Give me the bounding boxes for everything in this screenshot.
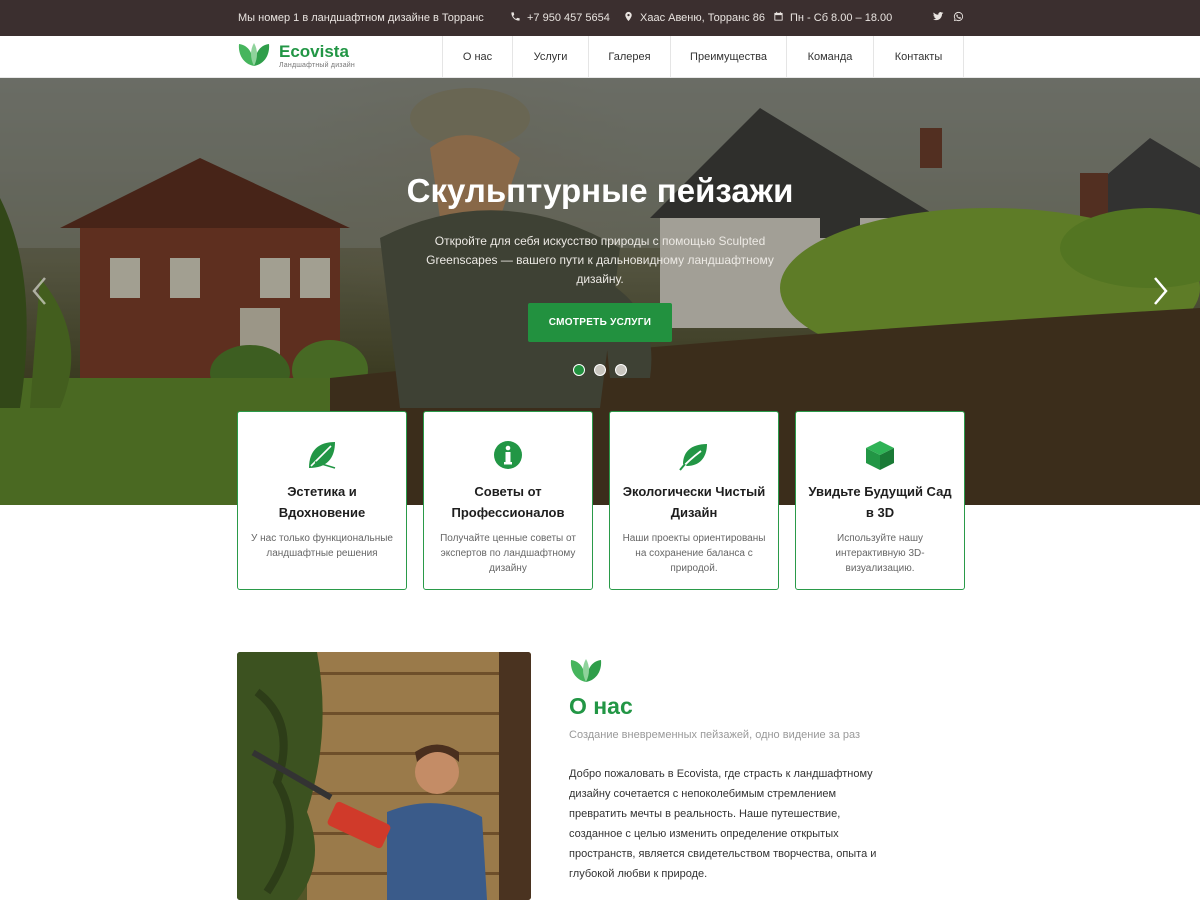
feature-card[interactable]: Увидьте Будущий Сад в 3D Используйте наш…: [795, 411, 965, 590]
brand-subtitle: Ландшафтный дизайн: [279, 62, 355, 69]
about-image: [237, 652, 531, 900]
top-bar: Мы номер 1 в ландшафтном дизайне в Торра…: [0, 0, 1200, 36]
feature-title: Советы от Профессионалов: [451, 484, 565, 520]
hero-description: Откройте для себя искусство природы с по…: [426, 234, 774, 286]
slider-dot-3[interactable]: [615, 364, 627, 376]
eco-leaf-icon: [677, 438, 711, 472]
logo[interactable]: Ecovista Ландшафтный дизайн: [237, 40, 355, 73]
slider-next-button[interactable]: [1148, 274, 1172, 308]
whatsapp-link[interactable]: [953, 11, 964, 25]
twitter-link[interactable]: [933, 11, 944, 25]
location-icon: [623, 11, 634, 25]
feature-cards: Эстетика и Вдохновение У нас только функ…: [237, 411, 965, 590]
site-header: Ecovista Ландшафтный дизайн О нас Услуги…: [0, 36, 1200, 78]
brand-name: Ecovista: [279, 42, 349, 61]
feature-title: Увидьте Будущий Сад в 3D: [808, 484, 952, 520]
calendar-icon: [773, 11, 784, 25]
about-subtitle: Создание вневременных пейзажей, одно вид…: [569, 729, 861, 741]
nav-item-team[interactable]: Команда: [787, 36, 874, 77]
about-description: Добро пожаловать в Ecovista, где страсть…: [569, 768, 877, 880]
about-title: О нас: [569, 693, 633, 719]
phone-info[interactable]: +7 950 457 5654: [510, 11, 610, 25]
feature-card[interactable]: Советы от Профессионалов Получайте ценны…: [423, 411, 593, 590]
feature-text: У нас только функциональные ландшафтные …: [251, 533, 393, 559]
nav-item-advantages[interactable]: Преимущества: [671, 36, 787, 77]
address-info[interactable]: Хаас Авеню, Торранс 86: [623, 11, 765, 25]
feature-card[interactable]: Экологически Чистый Дизайн Наши проекты …: [609, 411, 779, 590]
slider-prev-button[interactable]: [28, 274, 52, 308]
feature-text: Наши проекты ориентированы на сохранение…: [622, 533, 766, 574]
hero-title: Скульптурные пейзажи: [406, 172, 794, 209]
cube-icon: [863, 438, 897, 472]
phone-number: +7 950 457 5654: [527, 12, 610, 24]
twitter-icon: [933, 11, 944, 25]
logo-leaf-icon: [237, 40, 271, 73]
nav-item-gallery[interactable]: Галерея: [589, 36, 671, 77]
slider-dot-1[interactable]: [573, 364, 585, 376]
about-leaf-icon: [569, 656, 603, 684]
nav-item-services[interactable]: Услуги: [513, 36, 589, 77]
slider-dots: [573, 364, 627, 376]
nav-item-contacts[interactable]: Контакты: [874, 36, 964, 77]
info-icon: [491, 438, 525, 472]
leaf-icon: [305, 438, 339, 472]
nav-item-about[interactable]: О нас: [443, 36, 513, 77]
slider-dot-2[interactable]: [594, 364, 606, 376]
chevron-left-icon: [28, 277, 52, 312]
feature-text: Получайте ценные советы от экспертов по …: [440, 533, 576, 574]
hours-text: Пн - Сб 8.00 – 18.00: [790, 12, 893, 24]
hours-info: Пн - Сб 8.00 – 18.00: [773, 11, 892, 25]
phone-icon: [510, 11, 521, 25]
feature-title: Эстетика и Вдохновение: [278, 484, 366, 520]
main-nav: О нас Услуги Галерея Преимущества Команд…: [442, 36, 964, 77]
view-services-button[interactable]: СМОТРЕТЬ УСЛУГИ: [528, 303, 672, 342]
feature-card[interactable]: Эстетика и Вдохновение У нас только функ…: [237, 411, 407, 590]
tagline: Мы номер 1 в ландшафтном дизайне в Торра…: [238, 12, 484, 24]
feature-title: Экологически Чистый Дизайн: [622, 484, 766, 520]
feature-text: Используйте нашу интерактивную 3D-визуал…: [835, 533, 925, 574]
whatsapp-icon: [953, 11, 964, 25]
chevron-right-icon: [1148, 277, 1172, 312]
address-text: Хаас Авеню, Торранс 86: [640, 12, 765, 24]
